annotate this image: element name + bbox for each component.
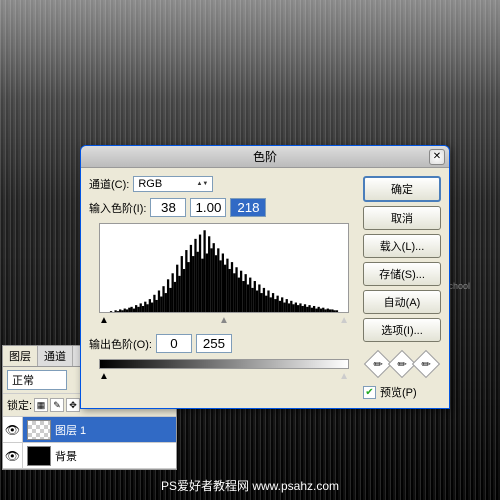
output-levels-label: 输出色阶(O): — [89, 336, 152, 352]
lock-transparency-icon[interactable]: ▦ — [34, 398, 48, 412]
output-sliders[interactable]: ▲ ▲ — [99, 371, 349, 382]
output-low-slider-icon[interactable]: ▲ — [99, 371, 109, 382]
ok-button[interactable]: 确定 — [363, 176, 441, 202]
histogram-chart — [99, 223, 349, 313]
layer-list: 👁 图层 1 👁 背景 — [3, 417, 176, 469]
preview-checkbox[interactable]: ✔ — [363, 386, 376, 399]
cancel-button[interactable]: 取消 — [363, 206, 441, 230]
eyedropper-white-icon[interactable]: ✎ — [412, 350, 440, 378]
close-icon[interactable]: ✕ — [429, 149, 445, 165]
dialog-titlebar[interactable]: 色阶 ✕ — [81, 146, 449, 168]
layer-name: 图层 1 — [55, 422, 86, 438]
input-sliders[interactable]: ▲ ▲ ▲ — [99, 315, 349, 326]
chevron-updown-icon: ▲▼ — [196, 181, 208, 187]
input-shadow-field[interactable] — [150, 198, 186, 217]
layer-row[interactable]: 👁 背景 — [3, 443, 176, 469]
visibility-eye-icon[interactable]: 👁 — [3, 417, 23, 442]
output-low-field[interactable] — [156, 334, 192, 353]
lock-paint-icon[interactable]: ✎ — [50, 398, 64, 412]
midtone-slider-icon[interactable]: ▲ — [219, 315, 229, 326]
blend-mode-select[interactable]: 正常 — [7, 370, 67, 390]
visibility-eye-icon[interactable]: 👁 — [3, 443, 23, 468]
shadow-slider-icon[interactable]: ▲ — [99, 315, 109, 326]
output-gradient — [99, 359, 349, 369]
input-levels-label: 输入色阶(I): — [89, 200, 146, 216]
lock-position-icon[interactable]: ✥ — [66, 398, 80, 412]
highlight-slider-icon[interactable]: ▲ — [339, 315, 349, 326]
lock-label: 锁定: — [7, 397, 32, 413]
output-high-field[interactable] — [196, 334, 232, 353]
preview-label: 预览(P) — [380, 384, 417, 400]
input-highlight-field[interactable] — [230, 198, 266, 217]
input-midtone-field[interactable] — [190, 198, 226, 217]
tab-layers[interactable]: 图层 — [3, 346, 38, 366]
load-button[interactable]: 载入(L)... — [363, 234, 441, 258]
save-button[interactable]: 存储(S)... — [363, 262, 441, 286]
channel-select[interactable]: RGB ▲▼ — [133, 176, 213, 192]
options-button[interactable]: 选项(I)... — [363, 318, 441, 342]
tab-channels[interactable]: 通道 — [38, 346, 73, 366]
auto-button[interactable]: 自动(A) — [363, 290, 441, 314]
layer-row[interactable]: 👁 图层 1 — [3, 417, 176, 443]
layer-name: 背景 — [55, 448, 77, 464]
levels-dialog: 色阶 ✕ 通道(C): RGB ▲▼ 输入色阶(I): ▲ — [80, 145, 450, 409]
layer-thumbnail — [27, 446, 51, 466]
channel-label: 通道(C): — [89, 176, 129, 192]
dialog-title: 色阶 — [253, 148, 277, 165]
page-watermark: PS爱好者教程网 www.psahz.com — [161, 477, 339, 494]
layer-thumbnail — [27, 420, 51, 440]
output-high-slider-icon[interactable]: ▲ — [339, 371, 349, 382]
